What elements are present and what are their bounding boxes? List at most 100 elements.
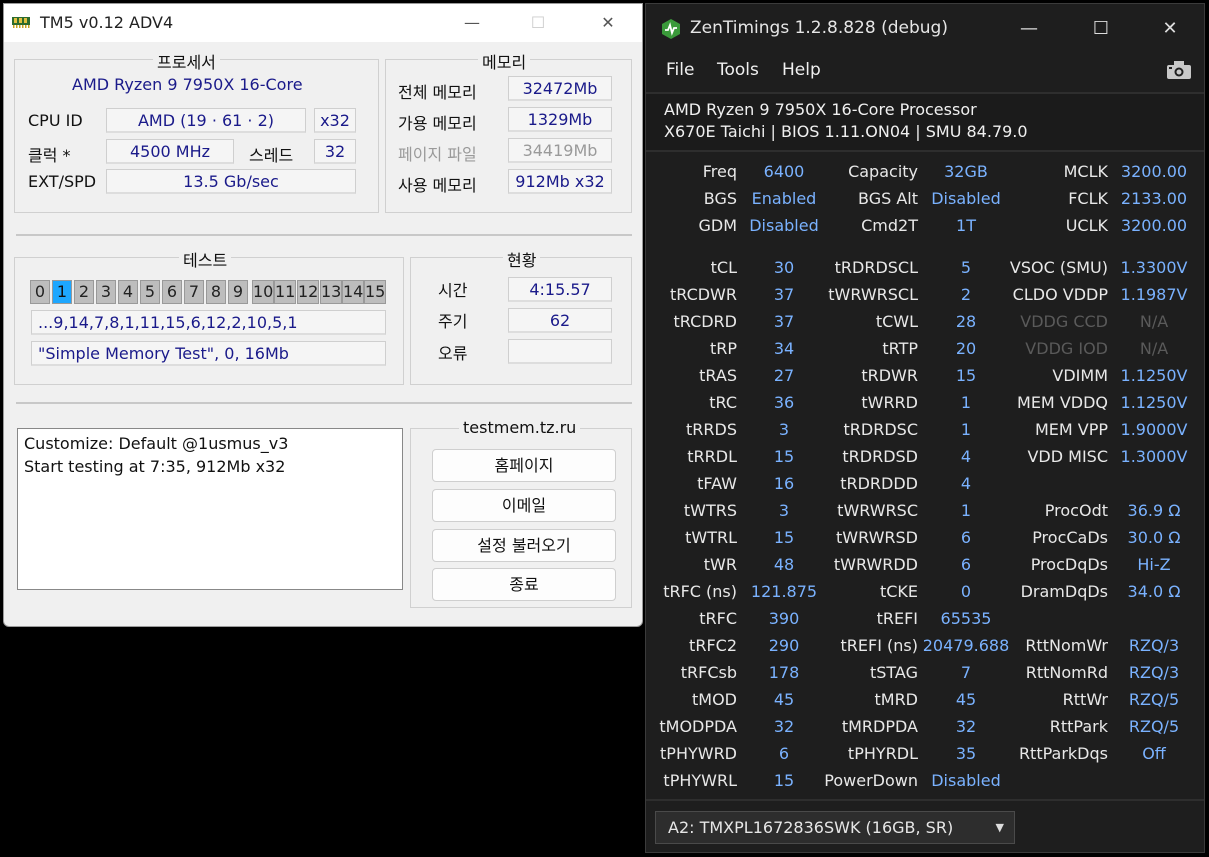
timing-value: Disabled <box>749 216 819 235</box>
timing-value: 1.3300V <box>1120 258 1188 277</box>
timing-value: 16 <box>773 474 795 493</box>
close-button[interactable]: ✕ <box>1147 14 1193 44</box>
timing-label: tWRWRSCL <box>828 285 918 304</box>
timing-value: 178 <box>768 663 800 682</box>
log-line: Customize: Default @1usmus_v3 <box>24 434 289 453</box>
menu-file[interactable]: File <box>666 60 694 80</box>
minimize-button[interactable]: — <box>452 8 492 38</box>
test-cell: 11 <box>274 280 296 304</box>
time-field: 4:15.57 <box>508 277 612 302</box>
test-cell: 14 <box>342 280 364 304</box>
timing-value: 290 <box>768 636 800 655</box>
timing-value: 4 <box>960 447 972 466</box>
timing-value: RZQ/3 <box>1128 636 1180 655</box>
cpu-name: AMD Ryzen 9 7950X 16-Core <box>72 75 303 94</box>
timing-value: 7 <box>960 663 972 682</box>
ext-field: 13.5 Gb/sec <box>106 169 356 194</box>
threads-field: 32 <box>314 139 356 164</box>
timing-value: Enabled <box>751 189 817 208</box>
page-file-field: 34419Mb <box>508 138 612 163</box>
cycle-field: 62 <box>508 308 612 333</box>
test-sequence-field: ...9,14,7,8,1,11,15,6,12,2,10,5,1 <box>31 310 386 335</box>
exit-button[interactable]: 종료 <box>432 568 616 601</box>
maximize-button[interactable]: ☐ <box>1078 14 1124 44</box>
test-cell: 8 <box>206 280 226 304</box>
divider <box>16 234 632 236</box>
dimm-select[interactable]: A2: TMXPL1672836SWK (16GB, SR) ▼ <box>655 811 1015 844</box>
homepage-button[interactable]: 홈페이지 <box>432 449 616 482</box>
timing-value: 37 <box>773 312 795 331</box>
timing-value: 3 <box>778 420 790 439</box>
separator <box>646 150 1204 152</box>
timing-value: 65535 <box>940 609 992 628</box>
timing-value: 2133.00 <box>1120 189 1188 208</box>
memory-group-label: 메모리 <box>478 49 531 73</box>
chevron-down-icon: ▼ <box>995 821 1004 834</box>
log-textbox[interactable]: Customize: Default @1usmus_v3 Start test… <box>17 428 403 590</box>
links-group-label: testmem.tz.ru <box>459 418 581 437</box>
timing-value: 27 <box>773 366 795 385</box>
timing-value: 34 <box>773 339 795 358</box>
menu-help[interactable]: Help <box>782 60 821 80</box>
cpu-id-label: CPU ID <box>28 111 83 130</box>
timing-value: 32GB <box>944 162 988 181</box>
test-cell: 3 <box>96 280 116 304</box>
timing-value: 15 <box>955 366 977 385</box>
status-group-label: 현황 <box>503 247 541 271</box>
timing-value: 1 <box>960 420 972 439</box>
zentimings-logo-icon <box>662 19 680 39</box>
timing-value: 37 <box>773 285 795 304</box>
system-info: AMD Ryzen 9 7950X 16-Core Processor X670… <box>646 94 1204 150</box>
timing-value: 30 <box>773 258 795 277</box>
zen-titlebar[interactable]: ZenTimings 1.2.8.828 (debug) — ☐ ✕ <box>646 4 1204 54</box>
threads-label: 스레드 <box>249 146 294 165</box>
timing-value: 20479.688 <box>922 636 1010 655</box>
dimm-select-value: A2: TMXPL1672836SWK (16GB, SR) <box>668 818 954 837</box>
timing-value: 6400 <box>763 162 805 181</box>
minimize-button[interactable]: — <box>1006 14 1052 44</box>
timing-value: 1T <box>956 216 976 235</box>
maximize-button: ☐ <box>530 13 546 32</box>
tm5-titlebar[interactable]: TM5 v0.12 ADV4 — ☐ ✕ <box>4 4 642 42</box>
cpu-name: AMD Ryzen 9 7950X 16-Core Processor <box>664 100 977 119</box>
timing-value: 1.1987V <box>1120 285 1188 304</box>
test-cell: 15 <box>364 280 386 304</box>
timing-value: 1 <box>960 393 972 412</box>
timing-value: 390 <box>768 609 800 628</box>
timing-value: 6 <box>778 744 790 763</box>
memory-chip-icon <box>12 17 30 28</box>
processor-group-label: 프로세서 <box>153 49 220 73</box>
menu-tools[interactable]: Tools <box>717 60 759 80</box>
cycle-label: 주기 <box>438 312 468 331</box>
timing-value: 36 <box>773 393 795 412</box>
timing-value: 5 <box>960 258 972 277</box>
timing-value: 34.0 Ω <box>1127 582 1181 601</box>
test-cell: 7 <box>184 280 204 304</box>
email-button[interactable]: 이메일 <box>432 489 616 522</box>
total-memory-field: 32472Mb <box>508 76 612 101</box>
camera-icon[interactable] <box>1166 60 1192 80</box>
ext-label: EXT/SPD <box>28 172 97 191</box>
errors-label: 오류 <box>438 344 468 363</box>
timing-value: Disabled <box>931 771 1001 790</box>
log-line: Start testing at 7:35, 912Mb x32 <box>24 457 286 476</box>
clock-field: 4500 MHz <box>106 139 234 164</box>
used-memory-field: 912Mb x32 <box>508 169 612 194</box>
timing-value: 6 <box>960 555 972 574</box>
available-memory-label: 가용 메모리 <box>398 114 477 133</box>
timing-value: 121.875 <box>750 582 818 601</box>
timing-value: 1 <box>960 501 972 520</box>
close-button[interactable]: ✕ <box>588 8 628 38</box>
timing-value: Hi-Z <box>1137 555 1171 574</box>
tm5-window: TM5 v0.12 ADV4 — ☐ ✕ 프로세서 AMD Ryzen 9 79… <box>3 3 643 627</box>
timing-label: PowerDown <box>824 771 918 790</box>
available-memory-field: 1329Mb <box>508 107 612 132</box>
timing-value: RZQ/5 <box>1128 690 1180 709</box>
load-settings-button[interactable]: 설정 불러오기 <box>432 529 616 562</box>
timing-value: RZQ/3 <box>1128 663 1180 682</box>
timing-value: 45 <box>955 690 977 709</box>
timing-value: 0 <box>960 582 972 601</box>
test-cell: 12 <box>297 280 319 304</box>
timing-value: 1.3000V <box>1120 447 1188 466</box>
page-file-label: 페이지 파일 <box>398 145 477 164</box>
